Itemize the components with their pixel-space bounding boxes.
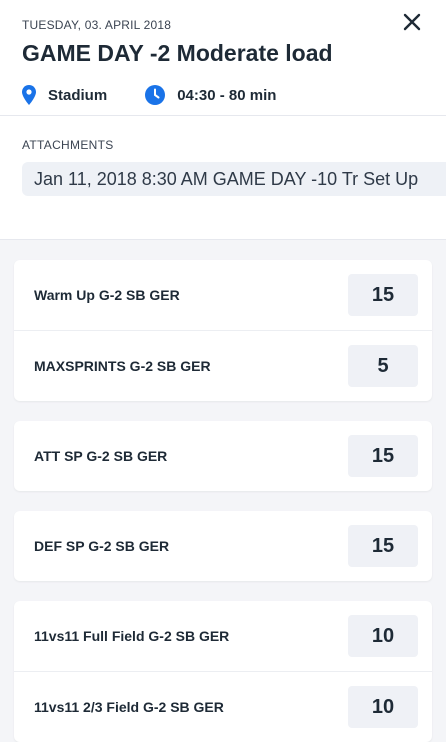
location-info: Stadium (22, 85, 107, 105)
event-meta: Stadium 04:30 - 80 min (22, 85, 424, 105)
drill-duration: 15 (348, 274, 418, 316)
event-header: TUESDAY, 03. APRIL 2018 GAME DAY -2 Mode… (0, 0, 446, 116)
drill-duration: 10 (348, 686, 418, 728)
drill-group: DEF SP G-2 SB GER 15 (14, 511, 432, 581)
drill-row[interactable]: Warm Up G-2 SB GER 15 (14, 260, 432, 331)
drill-row[interactable]: 11vs11 Full Field G-2 SB GER 10 (14, 601, 432, 672)
attachment-chip[interactable]: Jan 11, 2018 8:30 AM GAME DAY -10 Tr Set… (22, 162, 446, 196)
drill-label: MAXSPRINTS G-2 SB GER (34, 358, 211, 374)
drill-label: Warm Up G-2 SB GER (34, 287, 180, 303)
event-title: GAME DAY -2 Moderate load (22, 40, 333, 66)
drill-label: 11vs11 2/3 Field G-2 SB GER (34, 699, 224, 715)
event-date: TUESDAY, 03. APRIL 2018 (22, 18, 172, 32)
location-label: Stadium (48, 86, 108, 104)
drill-duration: 15 (348, 525, 418, 567)
drill-group: Warm Up G-2 SB GER 15 MAXSPRINTS G-2 SB … (14, 260, 432, 401)
location-pin-icon (22, 85, 36, 105)
drill-group: 11vs11 Full Field G-2 SB GER 10 11vs11 2… (14, 601, 432, 742)
drill-duration: 5 (348, 345, 418, 387)
drill-row[interactable]: MAXSPRINTS G-2 SB GER 5 (14, 331, 432, 401)
drill-row[interactable]: DEF SP G-2 SB GER 15 (14, 511, 432, 581)
drill-duration: 15 (348, 435, 418, 477)
clock-icon (145, 85, 166, 105)
time-info: 04:30 - 80 min (145, 85, 276, 105)
drill-row[interactable]: ATT SP G-2 SB GER 15 (14, 421, 432, 491)
close-icon[interactable] (400, 10, 424, 34)
drill-row[interactable]: 11vs11 2/3 Field G-2 SB GER 10 (14, 672, 432, 742)
drill-label: ATT SP G-2 SB GER (34, 448, 168, 464)
attachments-label: ATTACHMENTS (22, 138, 114, 152)
drill-list: Warm Up G-2 SB GER 15 MAXSPRINTS G-2 SB … (0, 240, 446, 742)
drill-label: 11vs11 Full Field G-2 SB GER (34, 628, 230, 644)
attachments-section: ATTACHMENTS Jan 11, 2018 8:30 AM GAME DA… (0, 116, 446, 240)
drill-group: ATT SP G-2 SB GER 15 (14, 421, 432, 491)
time-label: 04:30 - 80 min (177, 86, 277, 104)
drill-label: DEF SP G-2 SB GER (34, 538, 170, 554)
drill-duration: 10 (348, 615, 418, 657)
